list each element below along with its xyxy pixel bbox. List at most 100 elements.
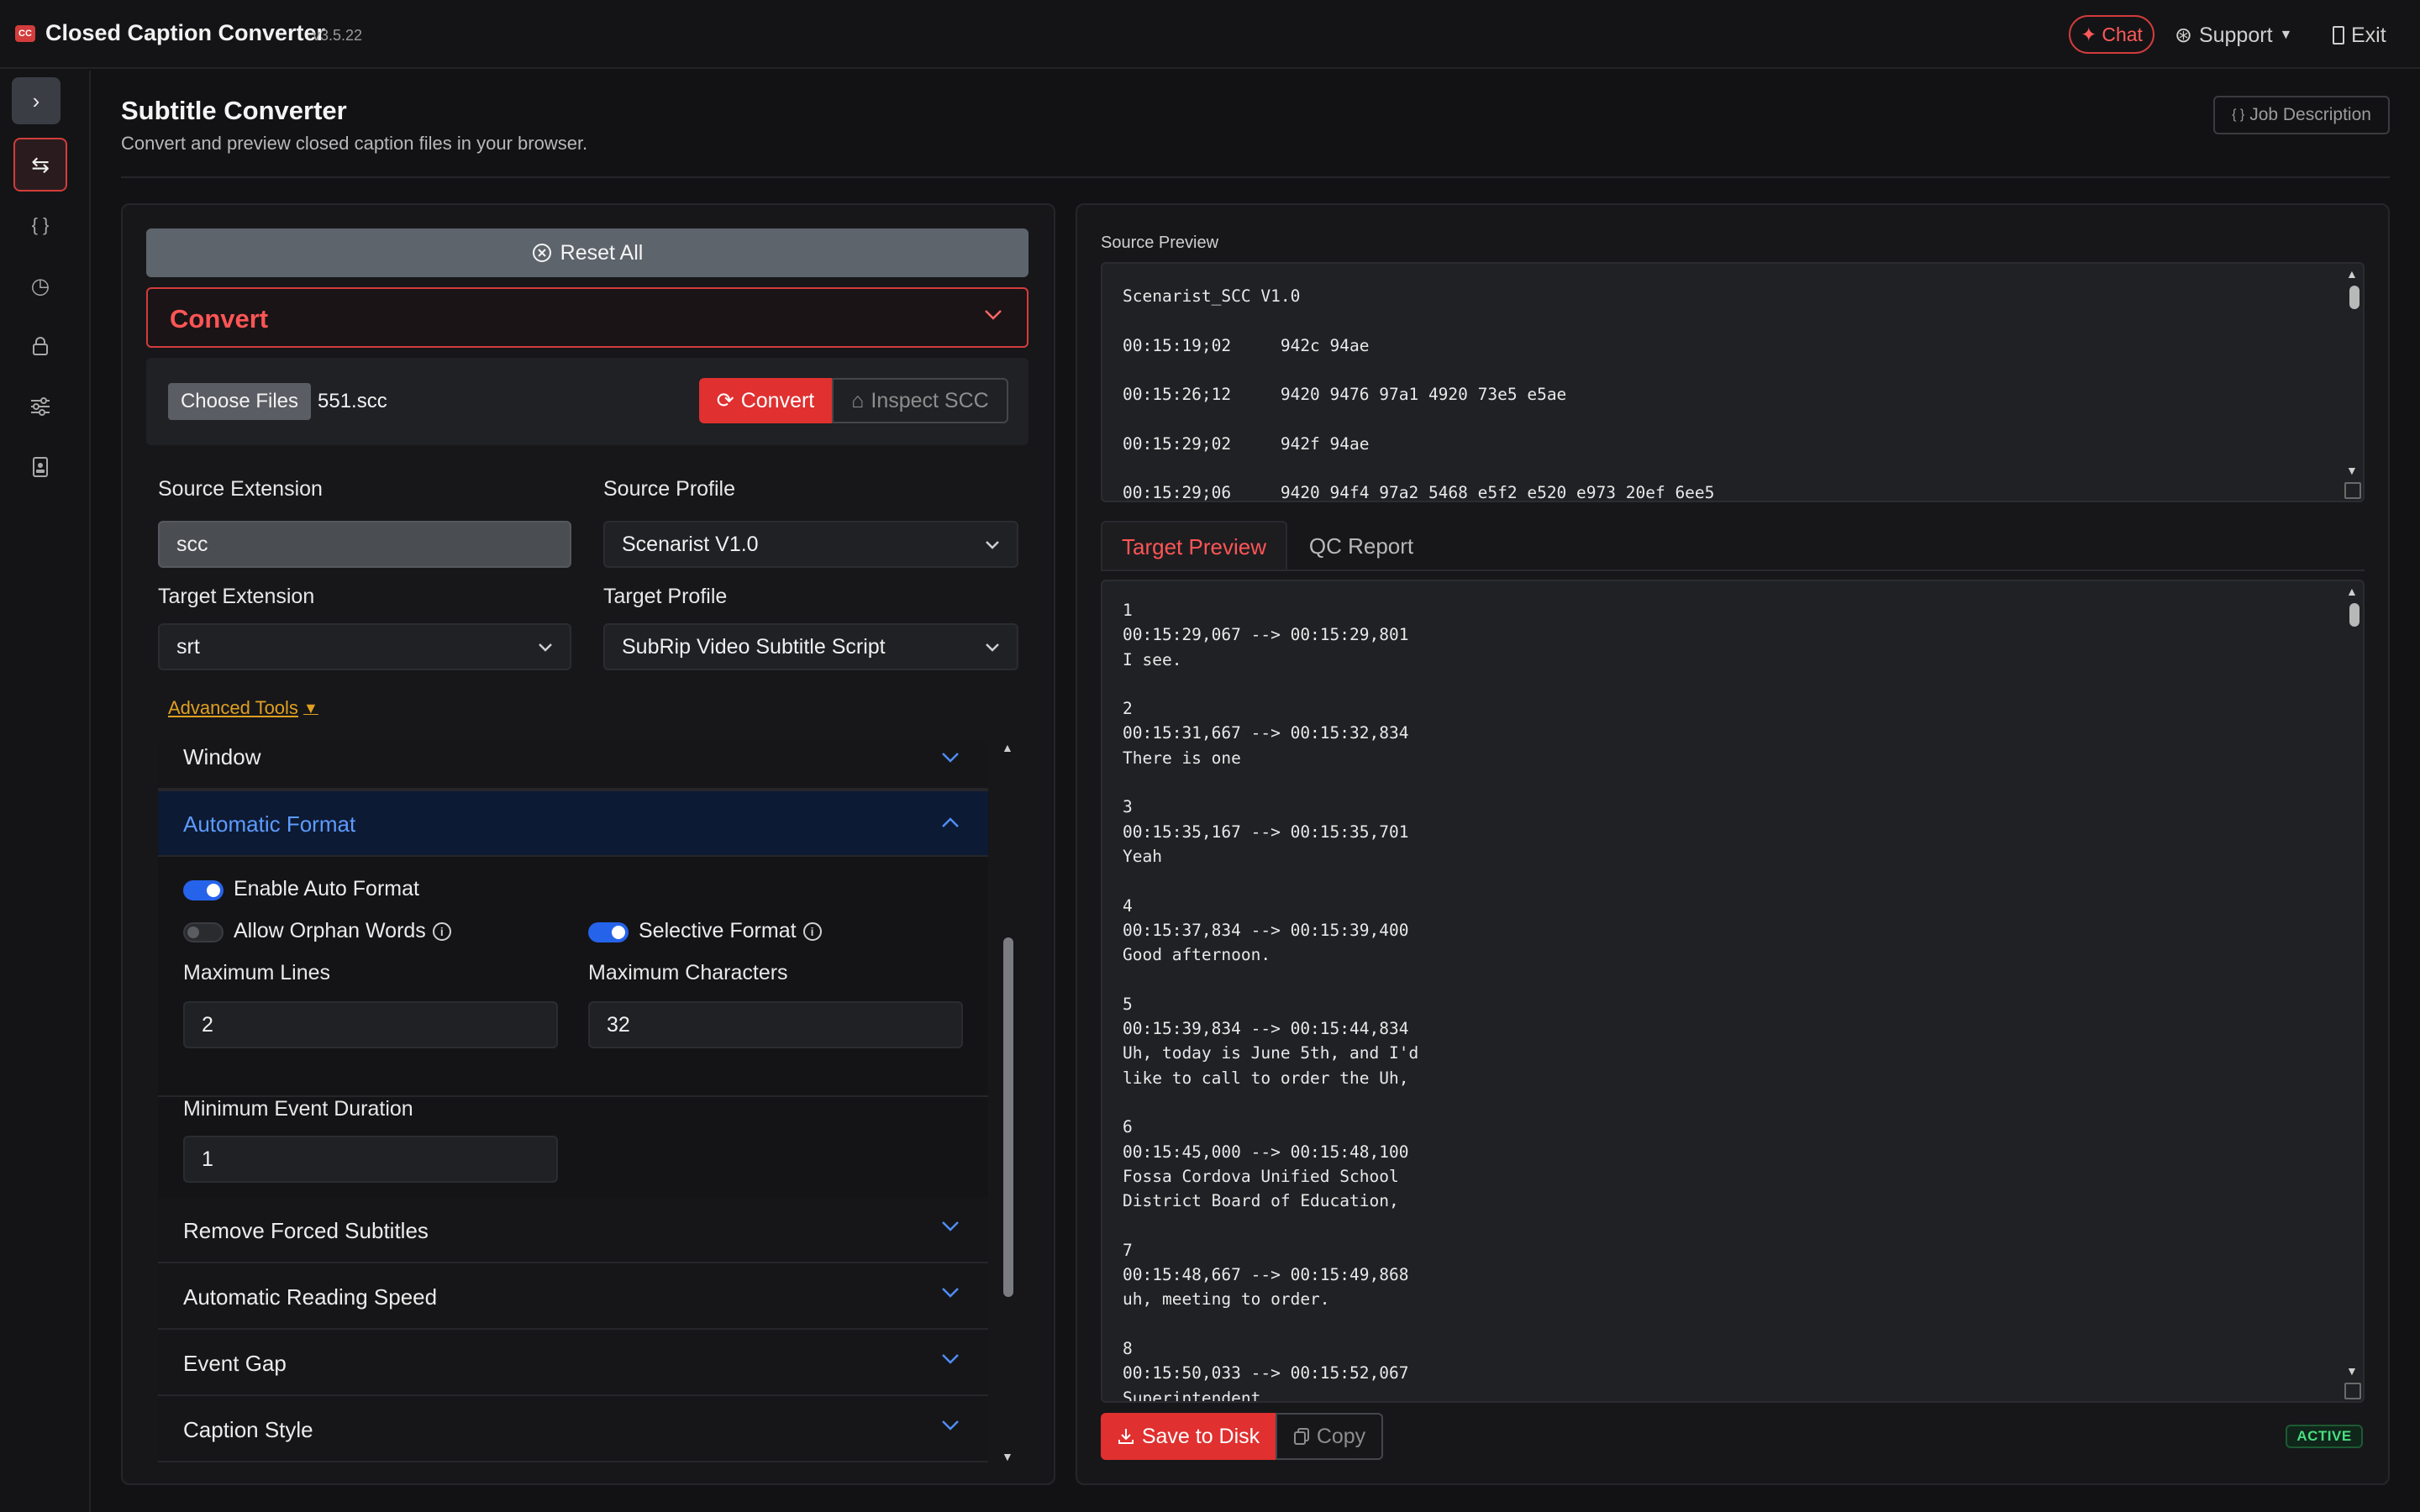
- accordion-automatic-format[interactable]: Automatic Format: [158, 790, 988, 857]
- sidebar: › ⇆ { } ◷: [0, 71, 91, 1512]
- info-icon[interactable]: i: [432, 921, 451, 941]
- tab-qc-report[interactable]: QC Report: [1294, 521, 1428, 571]
- accordion-window-label: Window: [183, 744, 261, 769]
- source-extension-field[interactable]: scc: [158, 521, 571, 568]
- min-event-duration-input[interactable]: 1: [183, 1136, 558, 1183]
- download-icon: [1118, 1429, 1134, 1444]
- app-title: Closed Caption Converter: [45, 20, 326, 45]
- accordion-remove-forced-subtitles[interactable]: Remove Forced Subtitles: [158, 1198, 988, 1263]
- door-icon: [2333, 26, 2344, 45]
- source-profile-label: Source Profile: [603, 477, 736, 501]
- accordion-automatic-reading-speed[interactable]: Automatic Reading Speed: [158, 1264, 988, 1330]
- chevron-down-icon: [939, 1347, 961, 1375]
- accordion-window[interactable]: Window: [158, 741, 988, 790]
- max-chars-input[interactable]: 32: [588, 1001, 963, 1048]
- target-preview-text: 1 00:15:29,067 --> 00:15:29,801 I see. 2…: [1123, 601, 1419, 1403]
- choose-files-button[interactable]: Choose Files: [168, 383, 311, 420]
- source-preview-textarea[interactable]: Scenarist_SCC V1.0 00:15:19;02 942c 94ae…: [1101, 262, 2365, 502]
- chevron-down-icon: [939, 1414, 961, 1441]
- max-chars-label: Maximum Characters: [588, 961, 788, 984]
- target-extension-value: srt: [176, 634, 200, 659]
- swap-arrows-icon: ⇆: [31, 151, 50, 177]
- inspect-scc-button[interactable]: ⌂ Inspect SCC: [832, 378, 1008, 423]
- braces-icon: { }: [31, 214, 50, 235]
- info-icon[interactable]: i: [802, 921, 822, 941]
- page-subtitle: Convert and preview closed caption files…: [121, 133, 588, 154]
- resize-handle-icon[interactable]: [2344, 1383, 2361, 1399]
- reset-all-label: Reset All: [560, 240, 644, 265]
- scroll-up-arrow[interactable]: ▲: [2346, 585, 2358, 598]
- copy-button[interactable]: Copy: [1276, 1413, 1383, 1460]
- page-title: Subtitle Converter: [121, 96, 347, 125]
- source-profile-select[interactable]: Scenarist V1.0: [603, 521, 1018, 568]
- scroll-down-arrow[interactable]: ▼: [2346, 464, 2358, 477]
- file-input-row: Choose Files 551.scc ⟳ Convert ⌂ Inspect…: [146, 358, 1028, 445]
- scroll-up-arrow[interactable]: ▲: [1002, 741, 1013, 754]
- target-extension-select[interactable]: srt: [158, 623, 571, 670]
- target-preview-textarea[interactable]: 1 00:15:29,067 --> 00:15:29,801 I see. 2…: [1101, 580, 2365, 1403]
- clock-icon: ◷: [30, 272, 50, 298]
- min-event-duration-value: 1: [202, 1147, 213, 1171]
- lifebuoy-icon: ⊛: [2175, 24, 2192, 47]
- scroll-down-arrow[interactable]: ▼: [1002, 1450, 1013, 1463]
- sidebar-item-convert[interactable]: ⇆: [13, 138, 67, 192]
- save-to-disk-button[interactable]: Save to Disk: [1101, 1413, 1276, 1460]
- scroll-down-arrow[interactable]: ▼: [2346, 1364, 2358, 1378]
- circle-x-icon: [532, 244, 551, 262]
- source-scrollbar-thumb[interactable]: [2349, 286, 2360, 309]
- allow-orphan-words-toggle[interactable]: [183, 922, 224, 942]
- support-label: Support: [2198, 23, 2273, 47]
- job-description-button[interactable]: { } Job Description: [2213, 96, 2390, 134]
- target-profile-select[interactable]: SubRip Video Subtitle Script: [603, 623, 1018, 670]
- advanced-tools-toggle[interactable]: Advanced Tools ▼: [168, 697, 318, 719]
- selected-file-name: 551.scc: [318, 390, 387, 412]
- max-lines-input[interactable]: 2: [183, 1001, 558, 1048]
- convert-button[interactable]: ⟳ Convert: [699, 378, 832, 423]
- automatic-format-body: Enable Auto Format Allow Orphan Words i …: [158, 857, 988, 1097]
- sidebar-item-security[interactable]: [13, 319, 67, 373]
- sidebar-expand-button[interactable]: ›: [12, 77, 60, 124]
- chat-button[interactable]: ✦ Chat: [2069, 15, 2154, 54]
- max-chars-value: 32: [607, 1012, 630, 1037]
- id-badge-icon: [33, 457, 48, 477]
- chevron-down-icon: [985, 533, 1000, 555]
- accordion-remove-forced-label: Remove Forced Subtitles: [183, 1218, 429, 1243]
- sidebar-item-settings[interactable]: [13, 380, 67, 433]
- save-to-disk-label: Save to Disk: [1141, 1424, 1260, 1448]
- copy-icon: [1293, 1428, 1309, 1445]
- header-divider: [121, 176, 2390, 178]
- source-extension-value: scc: [176, 532, 208, 556]
- accordion-event-gap[interactable]: Event Gap: [158, 1331, 988, 1396]
- convert-button-label: Convert: [740, 388, 815, 412]
- exit-button[interactable]: Exit: [2333, 18, 2386, 52]
- caret-down-icon: ▼: [2279, 28, 2293, 42]
- max-lines-label: Maximum Lines: [183, 961, 331, 984]
- allow-orphan-words-text: Allow Orphan Words: [234, 919, 426, 942]
- chevron-up-icon: [939, 811, 961, 839]
- target-scrollbar-thumb[interactable]: [2349, 603, 2360, 627]
- sidebar-item-history[interactable]: ◷: [13, 259, 67, 312]
- sliders-icon: [31, 397, 50, 416]
- tabs-divider: [1101, 570, 2365, 571]
- reset-all-button[interactable]: Reset All: [146, 228, 1028, 277]
- selective-format-toggle[interactable]: [588, 922, 629, 942]
- enable-auto-format-toggle[interactable]: [183, 880, 224, 900]
- sidebar-item-json[interactable]: { }: [13, 198, 67, 252]
- convert-section-header[interactable]: Convert: [146, 287, 1028, 348]
- sidebar-item-account[interactable]: [13, 440, 67, 494]
- accordion-event-gap-label: Event Gap: [183, 1351, 287, 1376]
- tab-target-preview[interactable]: Target Preview: [1101, 521, 1287, 571]
- chevron-right-icon: ›: [32, 87, 40, 113]
- scroll-up-arrow[interactable]: ▲: [2346, 267, 2358, 281]
- chevron-down-icon: [939, 1215, 961, 1242]
- advanced-scrollbar-thumb[interactable]: [1003, 937, 1013, 1297]
- advanced-tools-list: Window Automatic Format Enable Auto Form…: [158, 741, 988, 1465]
- accordion-automatic-format-label: Automatic Format: [183, 811, 356, 837]
- target-profile-value: SubRip Video Subtitle Script: [622, 634, 886, 659]
- source-preview-text: Scenarist_SCC V1.0 00:15:19;02 942c 94ae…: [1123, 286, 1715, 502]
- automatic-format-body-continued: Minimum Event Duration 1: [158, 1097, 988, 1215]
- target-extension-label: Target Extension: [158, 585, 315, 608]
- accordion-caption-style[interactable]: Caption Style: [158, 1397, 988, 1462]
- support-dropdown[interactable]: ⊛ Support ▼: [2175, 18, 2292, 52]
- resize-handle-icon[interactable]: [2344, 482, 2361, 499]
